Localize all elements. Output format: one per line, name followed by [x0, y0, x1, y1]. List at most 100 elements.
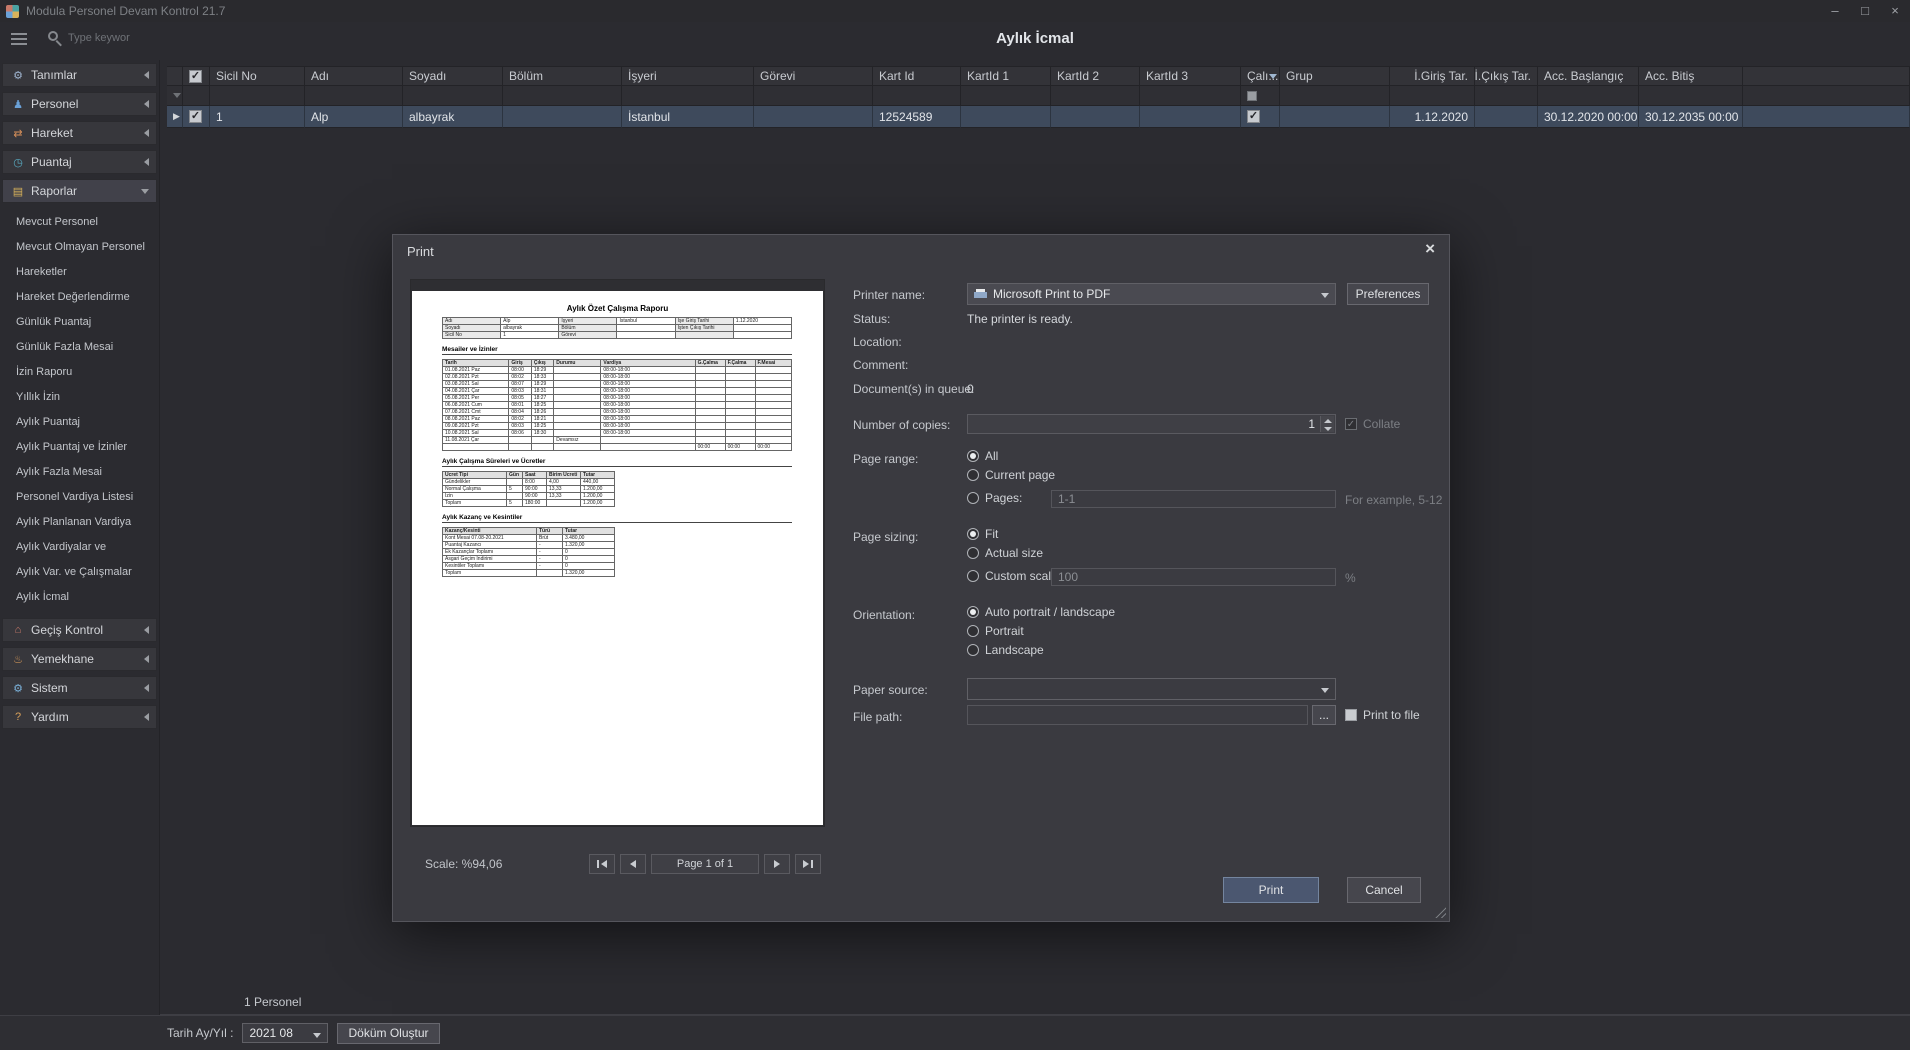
grid-data-cell[interactable]: 12524589	[873, 106, 961, 128]
first-page-button[interactable]	[589, 854, 615, 874]
grid-data-cell[interactable]	[503, 106, 622, 128]
radio-custom-scale[interactable]: Custom scale:	[967, 569, 1061, 583]
grid-filter-cell[interactable]	[503, 86, 622, 106]
sidebar-section[interactable]: ? Yardım	[2, 705, 157, 729]
grid-filter-cell[interactable]	[1051, 86, 1140, 106]
row-select-checkbox[interactable]: ✓	[189, 110, 202, 123]
sidebar-report-item[interactable]: Aylık Puantaj	[0, 410, 159, 435]
browse-button[interactable]: ...	[1312, 705, 1336, 725]
radio-landscape[interactable]: Landscape	[967, 643, 1044, 657]
sidebar-report-item[interactable]: Aylık Fazla Mesai	[0, 460, 159, 485]
radio-portrait[interactable]: Portrait	[967, 624, 1024, 638]
radio-fit[interactable]: Fit	[967, 527, 998, 541]
grid-data-cell[interactable]	[1280, 106, 1390, 128]
grid-filter-cell[interactable]	[1140, 86, 1241, 106]
sidebar-section[interactable]: ⌂ Geçiş Kontrol	[2, 618, 157, 642]
grid-header-cell[interactable]: Görevi	[754, 66, 873, 86]
sidebar-report-item[interactable]: Aylık Puantaj ve İzinler	[0, 435, 159, 460]
spinner-down-icon[interactable]	[1321, 424, 1334, 432]
search-input[interactable]	[68, 28, 156, 48]
sidebar-section[interactable]: ⚙ Tanımlar	[2, 63, 157, 87]
menu-icon[interactable]	[11, 33, 27, 45]
prev-page-button[interactable]	[620, 854, 646, 874]
radio-current-page[interactable]: Current page	[967, 468, 1055, 482]
print-to-file-checkbox[interactable]: Print to file	[1345, 708, 1420, 722]
grid-data-cell[interactable]: ✓	[183, 106, 210, 128]
sidebar-report-item[interactable]: Günlük Fazla Mesai	[0, 335, 159, 360]
grid-data-cell[interactable]: ▶	[167, 106, 183, 128]
sidebar-section[interactable]: ▤ Raporlar	[2, 179, 157, 203]
grid-filter-cell[interactable]	[403, 86, 503, 106]
grid-data-cell[interactable]	[961, 106, 1051, 128]
grid-header-cell[interactable]: İşyeri	[622, 66, 754, 86]
sidebar-report-item[interactable]: İzin Raporu	[0, 360, 159, 385]
grid-header-cell[interactable]: Çalı...	[1241, 66, 1280, 86]
preview-viewport[interactable]: Aylık Özet Çalışma Raporu Adı Alp İşyeri İs…	[410, 279, 825, 827]
grid-header-cell[interactable]: KartId 3	[1140, 66, 1241, 86]
grid-header-cell[interactable]: ✓	[183, 66, 210, 86]
sidebar-report-item[interactable]: Hareketler	[0, 260, 159, 285]
grid-filter-cell[interactable]	[210, 86, 305, 106]
sidebar-report-item[interactable]: Yıllık İzin	[0, 385, 159, 410]
grid-filter-cell[interactable]	[1241, 86, 1280, 106]
grid-data-cell[interactable]: 1	[210, 106, 305, 128]
grid-data-cell[interactable]: 30.12.2035 00:00	[1639, 106, 1743, 128]
radio-current-icon[interactable]	[967, 469, 979, 481]
radio-all[interactable]: All	[967, 449, 998, 463]
close-button[interactable]: ×	[1880, 0, 1910, 22]
radio-actual-icon[interactable]	[967, 547, 979, 559]
grid-header-cell[interactable]: KartId 1	[961, 66, 1051, 86]
sidebar-report-item[interactable]: Aylık Vardiyalar ve	[0, 535, 159, 560]
select-all-checkbox[interactable]: ✓	[189, 69, 202, 83]
grid-header-cell[interactable]: KartId 2	[1051, 66, 1140, 86]
grid-header-cell[interactable]: Acc. Bitiş	[1639, 66, 1743, 86]
month-year-select[interactable]: 2021 08	[242, 1023, 329, 1043]
cancel-button[interactable]: Cancel	[1347, 877, 1421, 903]
grid-filter-cell[interactable]	[183, 86, 210, 106]
print-to-file-checkbox-icon[interactable]	[1345, 709, 1357, 721]
radio-custom-icon[interactable]	[967, 570, 979, 582]
preferences-button[interactable]: Preferences	[1347, 283, 1429, 305]
sidebar-section[interactable]: ⚙ Sistem	[2, 676, 157, 700]
filter-icon[interactable]	[1269, 74, 1277, 79]
copies-input[interactable]: 1	[967, 414, 1336, 434]
grid-data-cell[interactable]: Alp	[305, 106, 403, 128]
grid-data-cell[interactable]: 1.12.2020	[1390, 106, 1475, 128]
sidebar-section[interactable]: ♟ Personel	[2, 92, 157, 116]
radio-pages-icon[interactable]	[967, 492, 979, 504]
sidebar-report-item[interactable]: Hareket Değerlendirme	[0, 285, 159, 310]
sidebar-report-item[interactable]: Aylık İcmal	[0, 585, 159, 610]
grid-data-row[interactable]: ▶ ✓ 1 Alp albayrak İstanbul 12524589 ✓ 1.12.2020…	[167, 106, 1910, 128]
next-page-button[interactable]	[764, 854, 790, 874]
filter-checkbox[interactable]	[1247, 90, 1257, 101]
file-path-input[interactable]	[967, 705, 1308, 725]
grid-filter-cell[interactable]	[1390, 86, 1475, 106]
sidebar-report-item[interactable]: Mevcut Personel	[0, 210, 159, 235]
sidebar-report-item[interactable]: Günlük Puantaj	[0, 310, 159, 335]
sidebar-report-item[interactable]: Personel Vardiya Listesi	[0, 485, 159, 510]
grid-data-cell[interactable]	[1475, 106, 1538, 128]
spinner-buttons[interactable]	[1320, 416, 1334, 432]
grid-data-cell[interactable]	[1051, 106, 1140, 128]
resize-grip[interactable]	[1435, 907, 1446, 918]
grid-filter-cell[interactable]	[873, 86, 961, 106]
grid-data-cell[interactable]: albayrak	[403, 106, 503, 128]
grid-data-cell[interactable]	[754, 106, 873, 128]
grid-filter-cell[interactable]	[305, 86, 403, 106]
grid-header-cell[interactable]: Adı	[305, 66, 403, 86]
grid-filter-cell[interactable]	[754, 86, 873, 106]
radio-landscape-icon[interactable]	[967, 644, 979, 656]
close-icon[interactable]: ×	[1425, 239, 1435, 259]
grid-header-cell[interactable]: Acc. Başlangıç	[1538, 66, 1639, 86]
grid-filter-cell[interactable]	[622, 86, 754, 106]
printer-select[interactable]: Microsoft Print to PDF	[967, 283, 1336, 305]
grid-filter-cell[interactable]	[961, 86, 1051, 106]
grid-data-cell[interactable]	[1140, 106, 1241, 128]
sidebar-section[interactable]: ◷ Puantaj	[2, 150, 157, 174]
dokum-olustur-button[interactable]: Döküm Oluştur	[337, 1022, 440, 1044]
grid-header-cell[interactable]: İ.Giriş Tar.	[1390, 66, 1475, 86]
minimize-button[interactable]: –	[1820, 0, 1850, 22]
calisiyor-checkbox[interactable]: ✓	[1247, 110, 1260, 123]
grid-filter-cell[interactable]	[1280, 86, 1390, 106]
radio-all-icon[interactable]	[967, 450, 979, 462]
